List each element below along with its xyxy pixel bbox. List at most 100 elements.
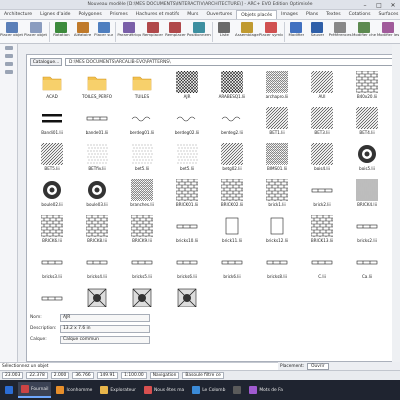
- pattern-item[interactable]: brick1.lii: [257, 179, 297, 209]
- pattern-item[interactable]: archapro.lii: [257, 71, 297, 101]
- ribbon-button[interactable]: Liste: [215, 21, 234, 43]
- pattern-item[interactable]: AUI: [302, 71, 342, 101]
- pattern-item[interactable]: brick6.lii: [212, 251, 252, 281]
- pattern-item[interactable]: bricks8.lii: [257, 251, 297, 281]
- ribbon-button[interactable]: Rotation: [52, 21, 71, 43]
- placement-field[interactable]: Ouvrir: [307, 362, 329, 370]
- left-panel-item[interactable]: [0, 60, 18, 68]
- pattern-item[interactable]: bricks2.lii: [347, 215, 387, 245]
- status-field[interactable]: 1:100.00: [121, 372, 147, 379]
- ribbon-tab[interactable]: Ouvertures: [202, 10, 236, 19]
- maximize-button[interactable]: □: [372, 0, 386, 10]
- layer-field[interactable]: Calque commun: [60, 335, 150, 344]
- taskbar-item[interactable]: Iconhomme: [53, 382, 95, 398]
- ribbon-button[interactable]: Positionnement: [187, 21, 211, 43]
- taskbar-item[interactable]: [230, 382, 244, 398]
- catalog-button[interactable]: Catalogue...: [30, 58, 62, 66]
- status-field[interactable]: 149.91: [96, 372, 119, 379]
- pattern-item[interactable]: bricks10.lii: [167, 215, 207, 245]
- ribbon-button[interactable]: Placer objet 2d: [24, 21, 48, 43]
- status-field[interactable]: 22.378: [26, 372, 48, 379]
- pattern-item[interactable]: bricks12.lii: [257, 215, 297, 245]
- pattern-item[interactable]: bois5.lii: [347, 143, 387, 173]
- pattern-item[interactable]: betg02.lii: [212, 143, 252, 173]
- pattern-item[interactable]: BRICK13.lii: [302, 215, 342, 245]
- pattern-item[interactable]: C.lii: [302, 251, 342, 281]
- ribbon-tab[interactable]: Murs: [183, 10, 202, 19]
- pattern-item[interactable]: brick2.lii: [302, 179, 342, 209]
- ribbon-button[interactable]: Modifier les: [377, 21, 399, 43]
- pattern-item[interactable]: bricks3.lii: [32, 251, 72, 281]
- pattern-item[interactable]: carre03.lii: [167, 287, 207, 307]
- ribbon-tab[interactable]: Prismes: [106, 10, 132, 19]
- ribbon-button[interactable]: Remplacer: [165, 21, 186, 43]
- ribbon-button[interactable]: Préférences: [329, 21, 352, 43]
- pattern-item[interactable]: BRICK01.lii: [167, 179, 207, 209]
- ribbon-tab[interactable]: Images: [277, 10, 302, 19]
- left-panel-item[interactable]: [0, 52, 18, 60]
- taskbar-item[interactable]: Mots de Fa: [246, 382, 286, 398]
- left-panel-item[interactable]: [0, 68, 18, 76]
- pattern-item[interactable]: BRICK8.lii: [77, 215, 117, 245]
- ribbon-button[interactable]: Placer objet 3d: [0, 21, 24, 43]
- ribbon-tab[interactable]: Plans: [302, 10, 322, 19]
- name-field[interactable]: AJR: [60, 313, 150, 322]
- pattern-item[interactable]: bricks5.lii: [122, 251, 162, 281]
- pattern-item[interactable]: bois4.lii: [302, 143, 342, 173]
- ribbon-tab[interactable]: Lignes d'aide: [36, 10, 74, 19]
- pattern-item[interactable]: bricks6.lii: [167, 251, 207, 281]
- ribbon-tab[interactable]: Hachures et motifs: [132, 10, 184, 19]
- pattern-item[interactable]: BET3.lii: [302, 107, 342, 137]
- status-field[interactable]: Navigation: [149, 372, 180, 379]
- path-field[interactable]: D:\MES DOCUMENTS\ARCALIB-EVO\PATTERNS\: [65, 58, 397, 66]
- pattern-item[interactable]: ARABESQ1.lii: [212, 71, 252, 101]
- pattern-item[interactable]: BIMS01.lii: [257, 143, 297, 173]
- pattern-item[interactable]: berdeg2.lii: [212, 107, 252, 137]
- pattern-item[interactable]: carre01.lii: [77, 287, 117, 307]
- close-button[interactable]: ✕: [386, 0, 400, 10]
- command-line[interactable]: Sélectionnez un objet: [0, 362, 278, 370]
- pattern-item[interactable]: B40x20.lii: [347, 71, 387, 101]
- pattern-item[interactable]: boule03.lii: [77, 179, 117, 209]
- pattern-item[interactable]: bet5.lii: [122, 143, 162, 173]
- taskbar-item[interactable]: Nous êtes ma: [141, 382, 187, 398]
- pattern-item[interactable]: Bandi01.lii: [32, 107, 72, 137]
- taskbar-item[interactable]: Fournail: [18, 382, 52, 398]
- pattern-item[interactable]: bricks4.lii: [77, 251, 117, 281]
- pattern-item[interactable]: boule02.lii: [32, 179, 72, 209]
- ribbon-button[interactable]: Modifier: [287, 21, 306, 43]
- ribbon-tab[interactable]: Objets placés: [236, 10, 278, 19]
- description-field[interactable]: 13.2 x 7.6 in: [60, 324, 150, 333]
- pattern-item[interactable]: branches.lii: [122, 179, 162, 209]
- pattern-item[interactable]: AJR: [167, 71, 207, 101]
- pattern-item[interactable]: Ca.lii: [347, 251, 387, 281]
- left-panel-item[interactable]: [0, 44, 18, 52]
- pattern-item[interactable]: TOILES_PERFO: [77, 71, 117, 101]
- pattern-item[interactable]: BRICK6.lii: [32, 215, 72, 245]
- pattern-item[interactable]: carre02.lii: [122, 287, 162, 307]
- pattern-item[interactable]: brick11.lii: [212, 215, 252, 245]
- taskbar-item[interactable]: Explorateur: [97, 382, 139, 398]
- status-field[interactable]: 23.003: [2, 372, 24, 379]
- pattern-item[interactable]: bande01.lii: [77, 107, 117, 137]
- ribbon-button[interactable]: Assemblage: [235, 21, 259, 43]
- ribbon-button[interactable]: Modifier chemin: [352, 21, 376, 43]
- ribbon-tab[interactable]: Architecture: [0, 10, 36, 19]
- ribbon-button[interactable]: Placer symbole: [259, 21, 283, 43]
- taskbar-item[interactable]: Le Colomb: [189, 382, 228, 398]
- status-field[interactable]: 36.766: [72, 372, 94, 379]
- ribbon-button[interactable]: Sauver: [308, 21, 327, 43]
- ribbon-tab[interactable]: Surfaces: [374, 10, 400, 19]
- pattern-item[interactable]: BRICK9.lii: [122, 215, 162, 245]
- pattern-item[interactable]: ACAD: [32, 71, 72, 101]
- ribbon-button[interactable]: Paramétriques: [117, 21, 141, 43]
- ribbon-tab[interactable]: Textes: [322, 10, 345, 19]
- minimize-button[interactable]: –: [358, 0, 372, 10]
- ribbon-button[interactable]: Placer sur: [94, 21, 113, 43]
- pattern-item[interactable]: calsochon.lii: [32, 287, 72, 307]
- ribbon-button[interactable]: Aléatoire: [73, 21, 92, 43]
- pattern-item[interactable]: berdeg02.lii: [167, 107, 207, 137]
- pattern-item[interactable]: BRICK4.lii: [347, 179, 387, 209]
- pattern-item[interactable]: berdeg01.lii: [122, 107, 162, 137]
- pattern-item[interactable]: BET5.lii: [32, 143, 72, 173]
